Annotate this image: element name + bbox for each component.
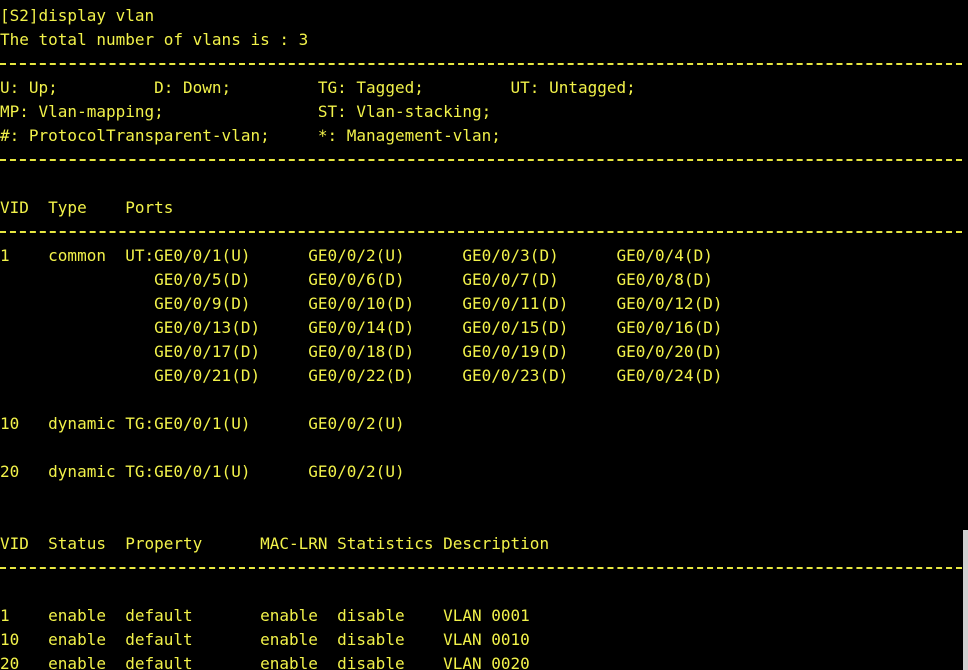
ports-row-vlan1-cont: GE0/0/17(D) GE0/0/18(D) GE0/0/19(D) GE0/… [0,342,723,361]
status-row-vlan10: 10 enable default enable disable VLAN 00… [0,630,530,649]
separator-line [0,231,962,233]
legend-line-3: #: ProtocolTransparent-vlan; *: Manageme… [0,126,501,145]
scrollbar[interactable] [963,530,968,670]
status-row-vlan20: 20 enable default enable disable VLAN 00… [0,654,530,670]
ports-row-vlan20: 20 dynamic TG:GE0/0/1(U) GE0/0/2(U) [0,462,405,481]
ports-row-vlan1-cont: GE0/0/9(D) GE0/0/10(D) GE0/0/11(D) GE0/0… [0,294,723,313]
status-row-vlan1: 1 enable default enable disable VLAN 000… [0,606,530,625]
ports-row-vlan1-cont: GE0/0/21(D) GE0/0/22(D) GE0/0/23(D) GE0/… [0,366,723,385]
ports-row-vlan1: 1 common UT:GE0/0/1(U) GE0/0/2(U) GE0/0/… [0,246,713,265]
command-line: [S2]display vlan [0,6,155,25]
legend-line-2: MP: Vlan-mapping; ST: Vlan-stacking; [0,102,492,121]
separator-line [0,63,962,65]
ports-row-vlan1-cont: GE0/0/5(D) GE0/0/6(D) GE0/0/7(D) GE0/0/8… [0,270,713,289]
legend-line-1: U: Up; D: Down; TG: Tagged; UT: Untagged… [0,78,636,97]
ports-table-header: VID Type Ports [0,198,174,217]
vlan-total-line: The total number of vlans is : 3 [0,30,309,49]
separator-line [0,567,962,569]
ports-row-vlan10: 10 dynamic TG:GE0/0/1(U) GE0/0/2(U) [0,414,405,433]
separator-line [0,159,962,161]
ports-row-vlan1-cont: GE0/0/13(D) GE0/0/14(D) GE0/0/15(D) GE0/… [0,318,723,337]
status-table-header: VID Status Property MAC-LRN Statistics D… [0,534,550,553]
terminal-window[interactable]: [S2]display vlan The total number of vla… [0,0,968,670]
